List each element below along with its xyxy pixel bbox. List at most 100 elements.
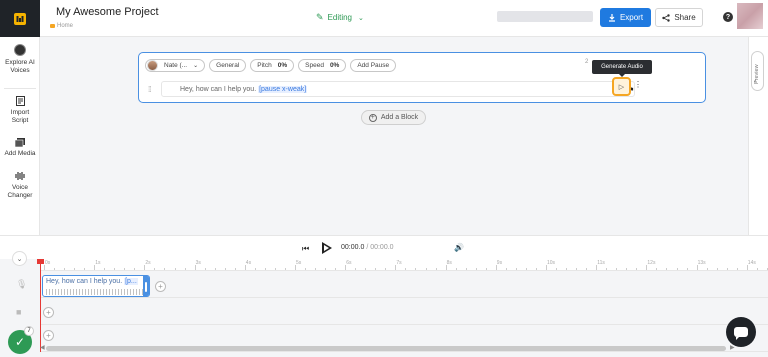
- microphone-icon: 🎙: [16, 279, 28, 289]
- add-pause-label: Add Pause: [357, 61, 390, 69]
- play-icon: ▷: [618, 83, 625, 91]
- ruler-tick-mark: [74, 268, 76, 270]
- timeline-ruler[interactable]: 0s 1s 2s 3s 4s 5s 6s 7s 8s 9s 10s 11s 12s 13s 14s: [40, 259, 768, 271]
- ruler-tick-mark: [254, 268, 256, 270]
- ruler-tick-mark: [315, 268, 317, 270]
- ruler-tick-mark: [345, 265, 347, 270]
- ruler-tick-mark: [44, 265, 45, 270]
- ruler-tick-mark: [546, 265, 547, 270]
- clip-text: Hey, how can I help you. [p...: [46, 278, 138, 285]
- generate-audio-tooltip: Generate Audio: [592, 60, 652, 77]
- speed-label: Speed: [305, 61, 324, 69]
- project-title[interactable]: My Awesome Project: [56, 6, 159, 18]
- sidebar-item-import-script[interactable]: Import Script: [0, 96, 40, 125]
- ruler-tick-mark: [365, 268, 367, 270]
- share-label: Share: [674, 13, 696, 22]
- ruler-tick-mark: [626, 268, 628, 270]
- breadcrumb[interactable]: Home: [50, 23, 73, 29]
- mode-dropdown[interactable]: ✎ Editing ⌄: [316, 12, 364, 23]
- playhead[interactable]: [40, 259, 41, 352]
- speaker-select[interactable]: Nate (... ⌄: [145, 58, 206, 72]
- ruler-tick-label: 9s: [496, 260, 503, 266]
- sidebar-label: Voices: [10, 67, 30, 74]
- ruler-tick-mark: [284, 268, 286, 270]
- volume-icon[interactable]: 🔊: [454, 243, 464, 252]
- chevron-left-icon[interactable]: ‹: [754, 78, 756, 85]
- script-text[interactable]: Hey, how can I help you. [pause x-weak]: [180, 86, 308, 93]
- add-block-button[interactable]: + Add a Block: [361, 110, 426, 125]
- player-bar: ⏮ 00:00.0 / 00:00.0 🔊: [0, 235, 768, 259]
- download-icon: [608, 13, 615, 22]
- clip-resize-handle[interactable]: [143, 276, 149, 296]
- ruler-tick-mark: [244, 265, 246, 270]
- clip-tag: [p...: [124, 278, 138, 285]
- export-label: Export: [619, 13, 644, 22]
- script-text-row[interactable]: ⁞⁞ Hey, how can I help you. [pause x-wea…: [148, 81, 635, 97]
- add-pause-button[interactable]: Add Pause: [350, 58, 397, 72]
- chat-button[interactable]: [726, 317, 756, 347]
- sidebar-item-voice-changer[interactable]: Voice Changer: [0, 171, 40, 200]
- speed-control[interactable]: Speed 0%: [298, 58, 347, 72]
- ruler-tick-mark: [586, 268, 588, 270]
- pause-tag[interactable]: [pause x-weak]: [258, 86, 308, 93]
- ruler-tick-mark: [525, 268, 527, 270]
- sidebar-label: Add Media: [4, 150, 36, 157]
- ruler-tick-label: 13s: [697, 260, 706, 266]
- ruler-tick-mark: [405, 268, 407, 270]
- collapse-timeline-button[interactable]: ⌄: [12, 251, 27, 266]
- add-clip-button[interactable]: +: [155, 281, 166, 292]
- export-button[interactable]: Export: [600, 8, 651, 27]
- waveform: [46, 289, 146, 295]
- ruler-tick-label: 5s: [296, 260, 302, 266]
- ruler-tick-mark: [184, 268, 186, 270]
- play-icon: [324, 245, 329, 251]
- plus-icon: +: [368, 113, 377, 122]
- playhead-handle[interactable]: [37, 259, 44, 264]
- timeline-scrollbar[interactable]: [46, 346, 726, 351]
- skip-back-icon[interactable]: ⏮: [302, 244, 309, 254]
- drag-handle-icon[interactable]: ⁞⁞: [148, 85, 152, 94]
- pitch-control[interactable]: Pitch 0%: [250, 58, 295, 72]
- chat-icon: [734, 327, 748, 340]
- pitch-value: 0%: [277, 61, 288, 69]
- preview-toggle[interactable]: Preview: [751, 51, 764, 91]
- ruler-tick-label: 12s: [647, 260, 656, 266]
- ruler-tick-label: 14s: [747, 260, 756, 266]
- ruler-tick-mark: [666, 268, 668, 270]
- speaker-avatar: [147, 59, 158, 71]
- ruler-tick-mark: [676, 268, 678, 270]
- audio-clip[interactable]: Hey, how can I help you. [p...: [42, 275, 150, 297]
- script-text-content: Hey, how can I help you.: [180, 86, 257, 93]
- sidebar-item-explore-voices[interactable]: Explore AI Voices: [0, 44, 40, 75]
- add-video-button[interactable]: +: [43, 307, 54, 318]
- generate-audio-button[interactable]: ▷: [612, 77, 631, 96]
- ruler-tick-mark: [515, 268, 517, 270]
- ruler-tick-mark: [54, 268, 56, 270]
- ruler-tick-mark: [144, 265, 146, 270]
- ruler-tick-mark: [495, 265, 497, 270]
- ruler-tick-mark: [746, 265, 748, 270]
- sidebar-label: Changer: [7, 192, 33, 199]
- sidebar-item-add-media[interactable]: Add Media: [0, 138, 40, 158]
- help-icon[interactable]: ?: [723, 12, 733, 22]
- ruler-tick-mark: [425, 268, 427, 270]
- ruler-tick-mark: [455, 268, 457, 270]
- ruler-tick-mark: [224, 268, 226, 270]
- add-track-button[interactable]: +: [43, 330, 54, 341]
- ruler-tick-mark: [194, 265, 196, 270]
- ruler-tick-mark: [305, 268, 307, 270]
- breadcrumb-home[interactable]: Home: [57, 23, 73, 29]
- total-time: / 00:00.0: [366, 244, 394, 251]
- ruler-tick-mark: [505, 268, 507, 270]
- ruler-tick-mark: [716, 268, 718, 270]
- scroll-left-icon[interactable]: ◀: [40, 344, 45, 351]
- share-button[interactable]: Share: [655, 8, 703, 27]
- video-track[interactable]: [40, 298, 768, 325]
- more-options-icon[interactable]: ⋮: [634, 80, 642, 89]
- top-header: My Awesome Project Home ✎ Editing ⌄ Expo…: [0, 0, 768, 37]
- style-select[interactable]: General: [209, 58, 247, 72]
- user-avatar[interactable]: [737, 3, 763, 29]
- app-logo[interactable]: [0, 0, 40, 37]
- ruler-tick-mark: [355, 268, 357, 270]
- voice-avatar-icon: [14, 44, 26, 56]
